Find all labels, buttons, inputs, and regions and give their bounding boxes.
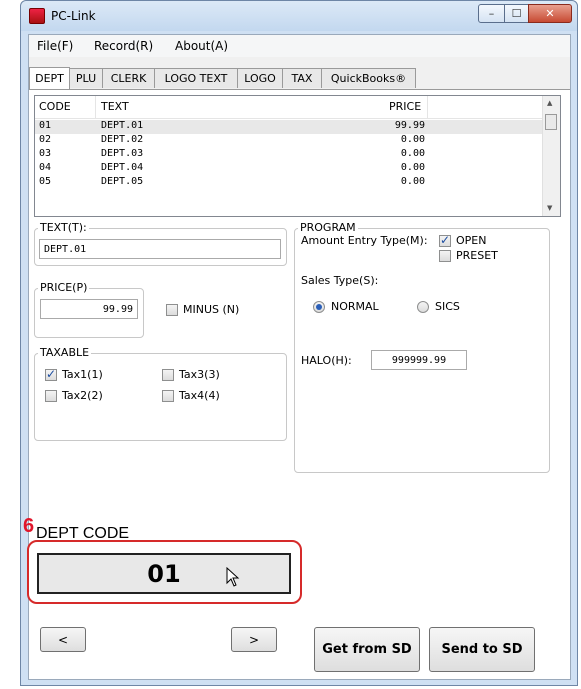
menu-file[interactable]: File(F) <box>37 39 73 53</box>
tax1-checkbox[interactable] <box>45 367 57 381</box>
close-button[interactable]: ✕ <box>528 4 572 23</box>
sales-type-label: Sales Type(S): <box>301 274 379 287</box>
tax4-checkbox[interactable] <box>162 390 174 402</box>
dept-table[interactable]: CODE TEXT PRICE 01 DEPT.01 99.99 02 DEPT… <box>34 95 561 217</box>
taxable-group-label: TAXABLE <box>38 346 92 359</box>
table-row[interactable]: 03 DEPT.03 0.00 <box>35 148 545 162</box>
table-scrollbar[interactable]: ▲ ▼ <box>542 96 560 216</box>
cell-price: 0.00 <box>400 176 425 187</box>
open-label: OPEN <box>456 234 487 247</box>
table-header: CODE TEXT PRICE <box>35 96 545 119</box>
table-row[interactable]: 05 DEPT.05 0.00 <box>35 176 545 190</box>
price-group-label: PRICE(P) <box>38 281 90 294</box>
tab-dept[interactable]: DEPT <box>29 67 70 89</box>
dept-code-display[interactable]: 01 <box>37 553 291 594</box>
cell-text: DEPT.02 <box>101 134 144 145</box>
menu-bar: File(F) Record(R) About(A) <box>29 35 570 57</box>
scroll-down-arrow-icon[interactable]: ▼ <box>547 204 552 212</box>
column-header-text[interactable]: TEXT <box>101 100 129 113</box>
tax1-label: Tax1(1) <box>62 368 103 381</box>
preset-checkbox[interactable] <box>439 250 451 262</box>
cell-text: DEPT.01 <box>101 120 144 131</box>
open-checkbox[interactable] <box>439 233 451 247</box>
tab-logo[interactable]: LOGO <box>237 68 283 88</box>
get-from-sd-button[interactable]: Get from SD <box>314 627 420 672</box>
program-group-label: PROGRAM <box>298 221 358 234</box>
column-separator <box>427 96 428 118</box>
tax2-checkbox[interactable] <box>45 390 57 402</box>
app-icon <box>29 8 45 24</box>
normal-radio[interactable] <box>313 301 325 313</box>
cell-price: 0.00 <box>400 148 425 159</box>
program-group: PROGRAM Amount Entry Type(M): OPEN PRESE… <box>294 221 550 473</box>
next-dept-button[interactable]: > <box>231 627 277 652</box>
table-row[interactable]: 04 DEPT.04 0.00 <box>35 162 545 176</box>
preset-label: PRESET <box>456 249 498 262</box>
text-group: TEXT(T): DEPT.01 <box>34 221 287 266</box>
cell-price: 0.00 <box>400 134 425 145</box>
tab-logo-text[interactable]: LOGO TEXT <box>154 68 238 88</box>
step-number-annotation: 6 <box>23 515 35 537</box>
text-input[interactable]: DEPT.01 <box>39 239 281 259</box>
cell-text: DEPT.04 <box>101 162 144 173</box>
taxable-group: TAXABLE Tax1(1) Tax2(2) Tax3(3) Tax4(4) <box>34 346 287 441</box>
halo-label: HALO(H): <box>301 354 352 367</box>
tax2-label: Tax2(2) <box>62 389 103 402</box>
title-bar[interactable]: PC-Link – ☐ ✕ <box>21 1 577 31</box>
tax3-label: Tax3(3) <box>179 368 220 381</box>
tab-clerk[interactable]: CLERK <box>102 68 155 88</box>
table-row[interactable]: 01 DEPT.01 99.99 <box>35 120 545 134</box>
tax4-label: Tax4(4) <box>179 389 220 402</box>
price-group: PRICE(P) 99.99 <box>34 281 144 338</box>
cell-price: 99.99 <box>394 120 425 131</box>
halo-input[interactable]: 999999.99 <box>371 350 467 370</box>
prev-dept-button[interactable]: < <box>40 627 86 652</box>
text-group-label: TEXT(T): <box>38 221 89 234</box>
sics-label: SICS <box>435 300 460 313</box>
amount-entry-label: Amount Entry Type(M): <box>301 234 428 247</box>
column-separator <box>95 96 96 118</box>
tab-tax[interactable]: TAX <box>282 68 322 88</box>
price-input[interactable]: 99.99 <box>40 299 138 319</box>
tab-plu[interactable]: PLU <box>69 68 103 88</box>
column-header-code[interactable]: CODE <box>39 100 71 113</box>
cell-text: DEPT.03 <box>101 148 144 159</box>
cell-code: 02 <box>39 134 52 145</box>
sics-radio[interactable] <box>417 301 429 313</box>
cell-code: 01 <box>39 120 52 131</box>
scroll-thumb[interactable] <box>545 114 557 130</box>
cell-text: DEPT.05 <box>101 176 144 187</box>
minimize-button[interactable]: – <box>478 4 505 23</box>
tax3-checkbox[interactable] <box>162 369 174 381</box>
menu-record[interactable]: Record(R) <box>94 39 153 53</box>
cell-price: 0.00 <box>400 162 425 173</box>
window-title: PC-Link <box>51 9 96 23</box>
scroll-up-arrow-icon[interactable]: ▲ <box>547 99 552 107</box>
cell-code: 05 <box>39 176 52 187</box>
send-to-sd-button[interactable]: Send to SD <box>429 627 535 672</box>
tab-quickbooks[interactable]: QuickBooks® <box>321 68 416 88</box>
cell-code: 04 <box>39 162 52 173</box>
column-header-price[interactable]: PRICE <box>389 100 421 113</box>
minus-label: MINUS (N) <box>183 303 240 316</box>
maximize-button[interactable]: ☐ <box>504 4 529 23</box>
cell-code: 03 <box>39 148 52 159</box>
table-row[interactable]: 02 DEPT.02 0.00 <box>35 134 545 148</box>
normal-label: NORMAL <box>331 300 379 313</box>
minus-checkbox[interactable] <box>166 304 178 316</box>
mouse-cursor-icon <box>226 566 240 590</box>
menu-about[interactable]: About(A) <box>175 39 228 53</box>
